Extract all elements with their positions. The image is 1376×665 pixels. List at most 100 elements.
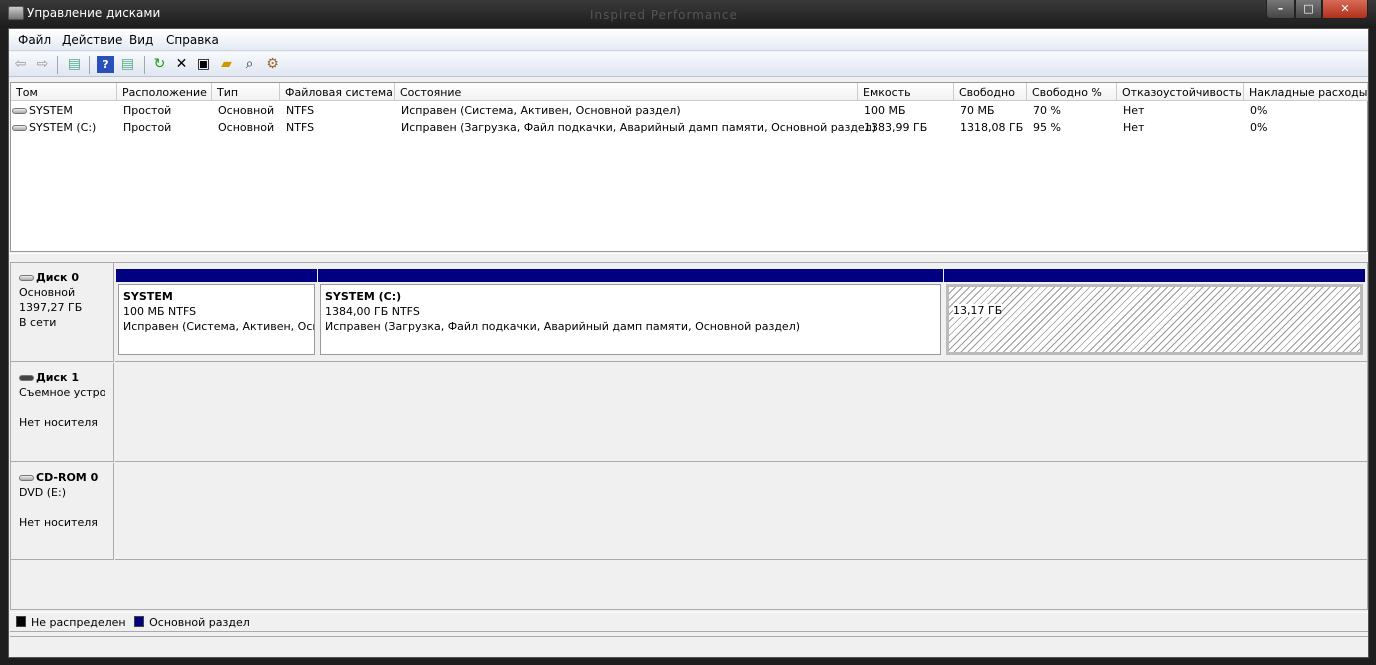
close-button[interactable]: ✕ <box>1322 0 1368 19</box>
primary-partition-bar <box>116 269 317 282</box>
cell-filesystem: NTFS <box>286 121 315 134</box>
column-header-fault-tolerance[interactable]: Отказоустойчивость <box>1117 83 1244 101</box>
theme-watermark: Inspired Performance <box>590 8 738 22</box>
volume-icon <box>12 125 27 131</box>
disk-type: DVD (E:) <box>19 486 67 499</box>
unallocated-size: 13,17 ГБ <box>953 304 1003 317</box>
disk-icon <box>19 275 34 281</box>
cell-capacity: 1383,99 ГБ <box>864 121 928 134</box>
column-header-overhead[interactable]: Накладные расходы <box>1244 83 1368 101</box>
partition-size: 1384,00 ГБ NTFS <box>325 305 420 318</box>
removable-disk-icon <box>19 375 34 381</box>
disk-status: Нет носителя <box>19 516 98 529</box>
legend: Не распределен Основной раздел <box>10 612 1368 632</box>
column-header-volume[interactable]: Том <box>11 83 117 101</box>
column-header-status[interactable]: Состояние <box>395 83 858 101</box>
partition-system[interactable]: SYSTEM 100 МБ NTFS Исправен (Система, Ак… <box>116 269 317 357</box>
partition-status: Исправен (Система, Активен, Осн <box>123 320 315 333</box>
pane-splitter[interactable] <box>9 253 1368 261</box>
column-header-capacity[interactable]: Емкость <box>858 83 954 101</box>
cdrom-0-area <box>115 463 1367 560</box>
toolbar: ⇦ ⇨ ▤ ? ▤ ↻ ✕ ▣ ▰ ⌕ ⚙ <box>9 52 1368 77</box>
primary-partition-bar <box>318 269 943 282</box>
table-row[interactable]: SYSTEM Простой Основной NTFS Исправен (С… <box>11 102 1368 119</box>
disk-name: Диск 0 <box>36 271 79 284</box>
menu-bar: Файл Действие Вид Справка <box>9 29 1368 51</box>
cell-type: Основной <box>218 121 275 134</box>
toolbar-separator <box>89 56 90 74</box>
disk-status: Нет носителя <box>19 416 98 429</box>
help-icon[interactable]: ? <box>97 56 114 73</box>
primary-partition-swatch <box>134 616 145 627</box>
cell-type: Основной <box>218 104 275 117</box>
maximize-button[interactable]: □ <box>1295 0 1322 19</box>
status-bar <box>10 636 1368 657</box>
disk-1-area <box>115 363 1367 462</box>
disk-map: Диск 0 Основной 1397,27 ГБ В сети SYSTEM… <box>10 262 1368 610</box>
menu-action[interactable]: Действие <box>62 33 122 47</box>
cell-volume: SYSTEM (C:) <box>29 121 97 134</box>
cdrom-icon <box>19 475 34 481</box>
unallocated-space[interactable]: 13,17 ГБ <box>944 269 1365 357</box>
disk-0-partitions: SYSTEM 100 МБ NTFS Исправен (Система, Ак… <box>115 263 1367 362</box>
disk-name: CD-ROM 0 <box>36 471 99 484</box>
disk-1-label[interactable]: Диск 1 Съемное устрoi Нет носителя <box>11 363 114 462</box>
window-title: Управление дисками <box>27 6 161 20</box>
delete-icon[interactable]: ✕ <box>173 56 190 73</box>
back-icon[interactable]: ⇦ <box>12 56 29 73</box>
disk-type: Основной <box>19 286 76 299</box>
open-icon[interactable]: ▰ <box>218 56 235 73</box>
cell-free-percent: 70 % <box>1033 104 1061 117</box>
search-icon[interactable]: ⌕ <box>241 56 258 73</box>
forward-icon[interactable]: ⇨ <box>34 56 51 73</box>
menu-view[interactable]: Вид <box>129 33 153 47</box>
disk-name: Диск 1 <box>36 371 79 384</box>
column-header-type[interactable]: Тип <box>212 83 280 101</box>
disk-size: 1397,27 ГБ <box>19 301 83 314</box>
partition-system-c[interactable]: SYSTEM (C:) 1384,00 ГБ NTFS Исправен (За… <box>318 269 943 357</box>
menu-help[interactable]: Справка <box>166 33 219 47</box>
cell-overhead: 0% <box>1250 104 1268 117</box>
legend-primary-partition: Основной раздел <box>149 616 250 629</box>
partition-size: 100 МБ NTFS <box>123 305 197 318</box>
properties-icon[interactable]: ▣ <box>195 56 212 73</box>
title-bar: Управление дисками Inspired Performance … <box>0 0 1376 28</box>
disk-type: Съемное устрoi <box>19 386 105 399</box>
settings-icon[interactable]: ⚙ <box>264 56 281 73</box>
cell-layout: Простой <box>123 104 172 117</box>
partition-status: Исправен (Загрузка, Файл подкачки, Авари… <box>325 320 801 333</box>
cdrom-0-label[interactable]: CD-ROM 0 DVD (E:) Нет носителя <box>11 463 114 560</box>
cell-layout: Простой <box>123 121 172 134</box>
cell-free: 1318,08 ГБ <box>960 121 1024 134</box>
refresh-icon[interactable]: ↻ <box>151 56 168 73</box>
cell-free: 70 МБ <box>960 104 995 117</box>
cell-filesystem: NTFS <box>286 104 315 117</box>
partition-bar <box>944 269 1365 282</box>
menu-file[interactable]: Файл <box>18 33 51 47</box>
column-header-free[interactable]: Свободно <box>954 83 1027 101</box>
partition-name: SYSTEM (C:) <box>325 290 402 303</box>
cell-volume: SYSTEM <box>29 104 73 117</box>
unallocated-swatch <box>16 616 26 627</box>
toolbar-separator <box>144 56 145 74</box>
minimize-button[interactable]: – <box>1266 0 1295 19</box>
window-client: Файл Действие Вид Справка ⇦ ⇨ ▤ ? ▤ ↻ ✕ … <box>8 28 1369 658</box>
console-tree-icon[interactable]: ▤ <box>66 56 83 73</box>
column-header-free-percent[interactable]: Свободно % <box>1027 83 1117 101</box>
cell-fault-tolerance: Нет <box>1123 121 1145 134</box>
cell-status: Исправен (Загрузка, Файл подкачки, Авари… <box>401 121 877 134</box>
legend-unallocated: Не распределен <box>31 616 126 629</box>
partition-name: SYSTEM <box>123 290 173 303</box>
disk-status: В сети <box>19 316 57 329</box>
column-header-filesystem[interactable]: Файловая система <box>280 83 395 101</box>
column-header-layout[interactable]: Расположение <box>117 83 212 101</box>
disk-0-label[interactable]: Диск 0 Основной 1397,27 ГБ В сети <box>11 263 114 362</box>
action-pane-icon[interactable]: ▤ <box>119 56 136 73</box>
cell-capacity: 100 МБ <box>864 104 906 117</box>
toolbar-separator <box>57 56 58 74</box>
table-row[interactable]: SYSTEM (C:) Простой Основной NTFS Исправ… <box>11 119 1368 136</box>
volume-icon <box>12 108 27 114</box>
disk-management-icon <box>8 6 24 20</box>
cell-status: Исправен (Система, Активен, Основной раз… <box>401 104 681 117</box>
cell-overhead: 0% <box>1250 121 1268 134</box>
